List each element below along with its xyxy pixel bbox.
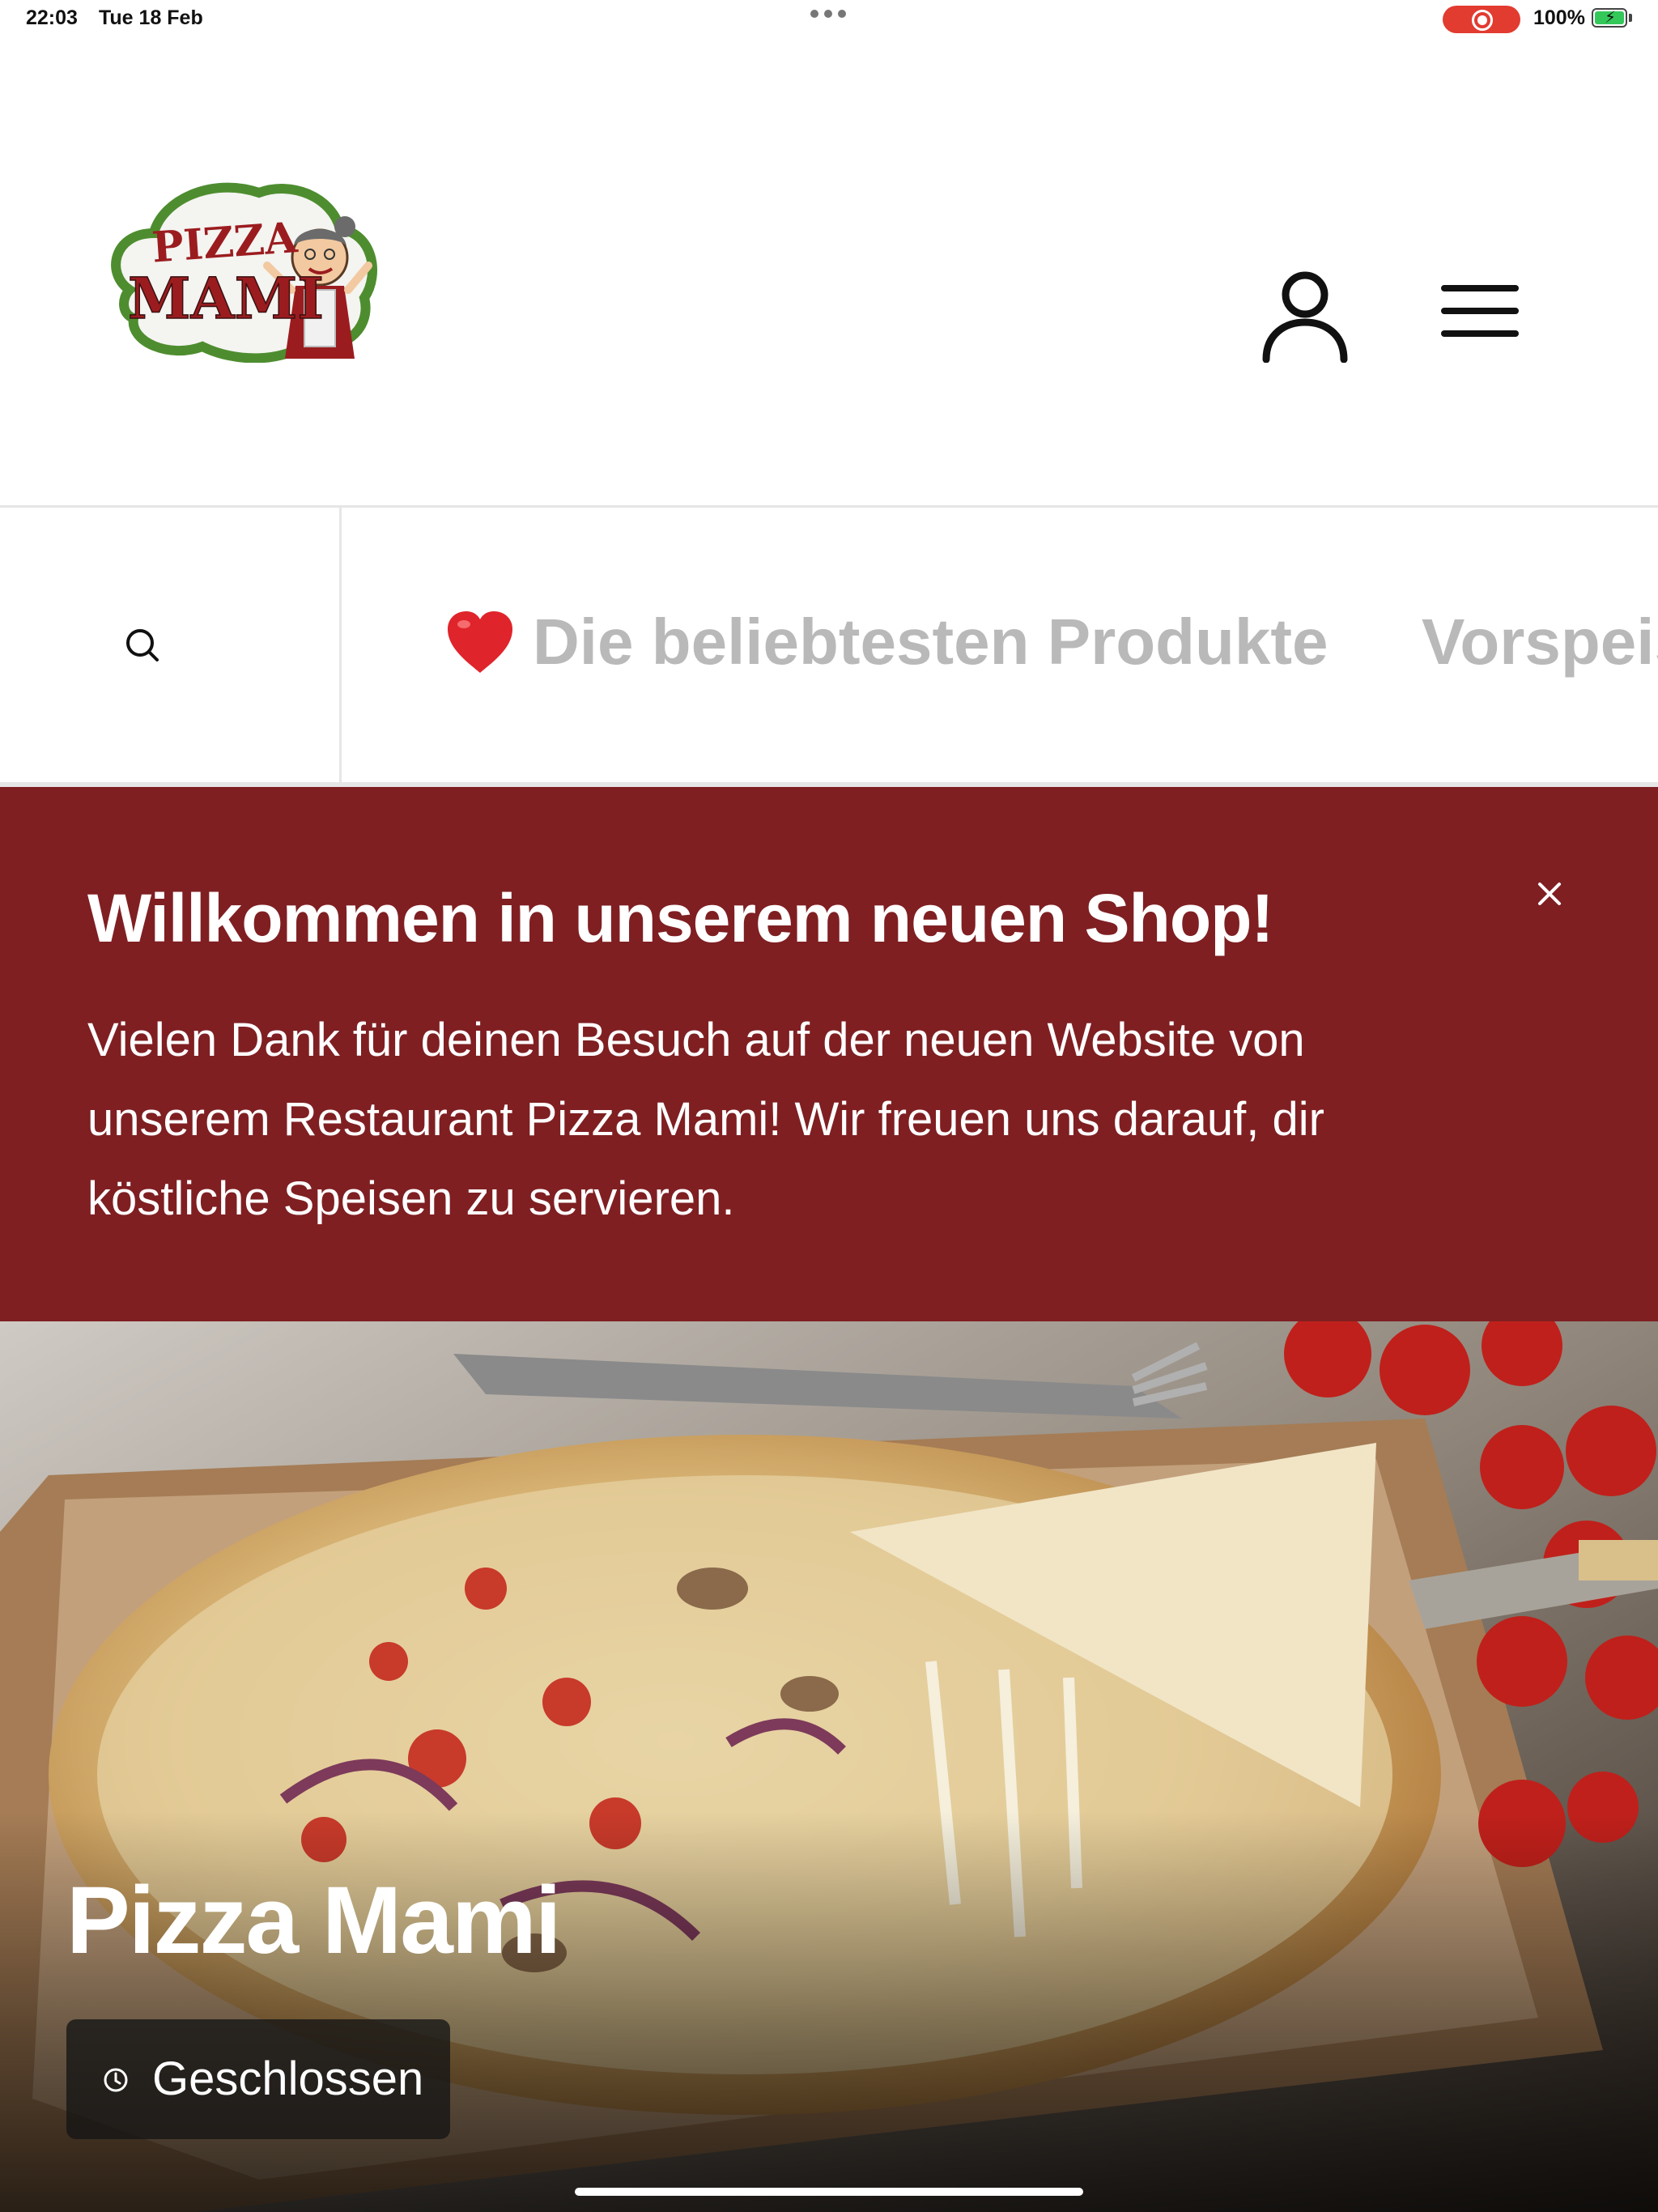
logo-text-pizza: PIZZA <box>151 213 300 272</box>
hamburger-menu-icon[interactable] <box>1438 282 1522 340</box>
pizza-mami-logo[interactable]: PIZZA MAMI <box>97 168 389 364</box>
welcome-banner-title: Willkommen in unserem neuen Shop! <box>87 880 1273 956</box>
category-navigation: Die beliebtesten Produkte Vorspeisen <box>0 508 1658 783</box>
status-bar: 22:03 Tue 18 Feb 100% ⚡ <box>0 0 1658 39</box>
welcome-banner-text: Vielen Dank für deinen Besuch auf der ne… <box>87 1014 1324 1225</box>
opening-status-badge[interactable]: Geschlossen <box>66 2019 450 2139</box>
site-header: PIZZA MAMI <box>0 39 1658 507</box>
home-indicator[interactable] <box>575 2188 1083 2196</box>
category-item-vorspeisen[interactable]: Vorspeisen <box>1422 605 1658 679</box>
restaurant-name: Pizza Mami <box>66 1867 562 1974</box>
status-date: Tue 18 Feb <box>99 6 203 29</box>
search-button[interactable] <box>0 508 342 783</box>
hero-section: Pizza Mami Geschlossen <box>0 1321 1658 2212</box>
battery-percentage: 100% <box>1533 6 1585 29</box>
opening-status-label: Geschlossen <box>152 2052 424 2105</box>
status-time: 22:03 <box>26 6 78 29</box>
close-icon[interactable] <box>1533 878 1566 910</box>
clock-icon <box>104 2068 128 2092</box>
search-icon <box>126 629 159 661</box>
logo-text-mami: MAMI <box>128 265 324 332</box>
user-icon[interactable] <box>1258 266 1352 364</box>
multitasking-dots-icon[interactable] <box>810 10 846 18</box>
category-item-beliebteste[interactable]: Die beliebtesten Produkte <box>533 605 1328 679</box>
welcome-banner: Willkommen in unserem neuen Shop! Vielen… <box>0 787 1658 1321</box>
screen-recording-icon[interactable] <box>1443 6 1520 33</box>
heart-icon <box>444 610 516 680</box>
battery-icon: ⚡ <box>1592 8 1627 28</box>
